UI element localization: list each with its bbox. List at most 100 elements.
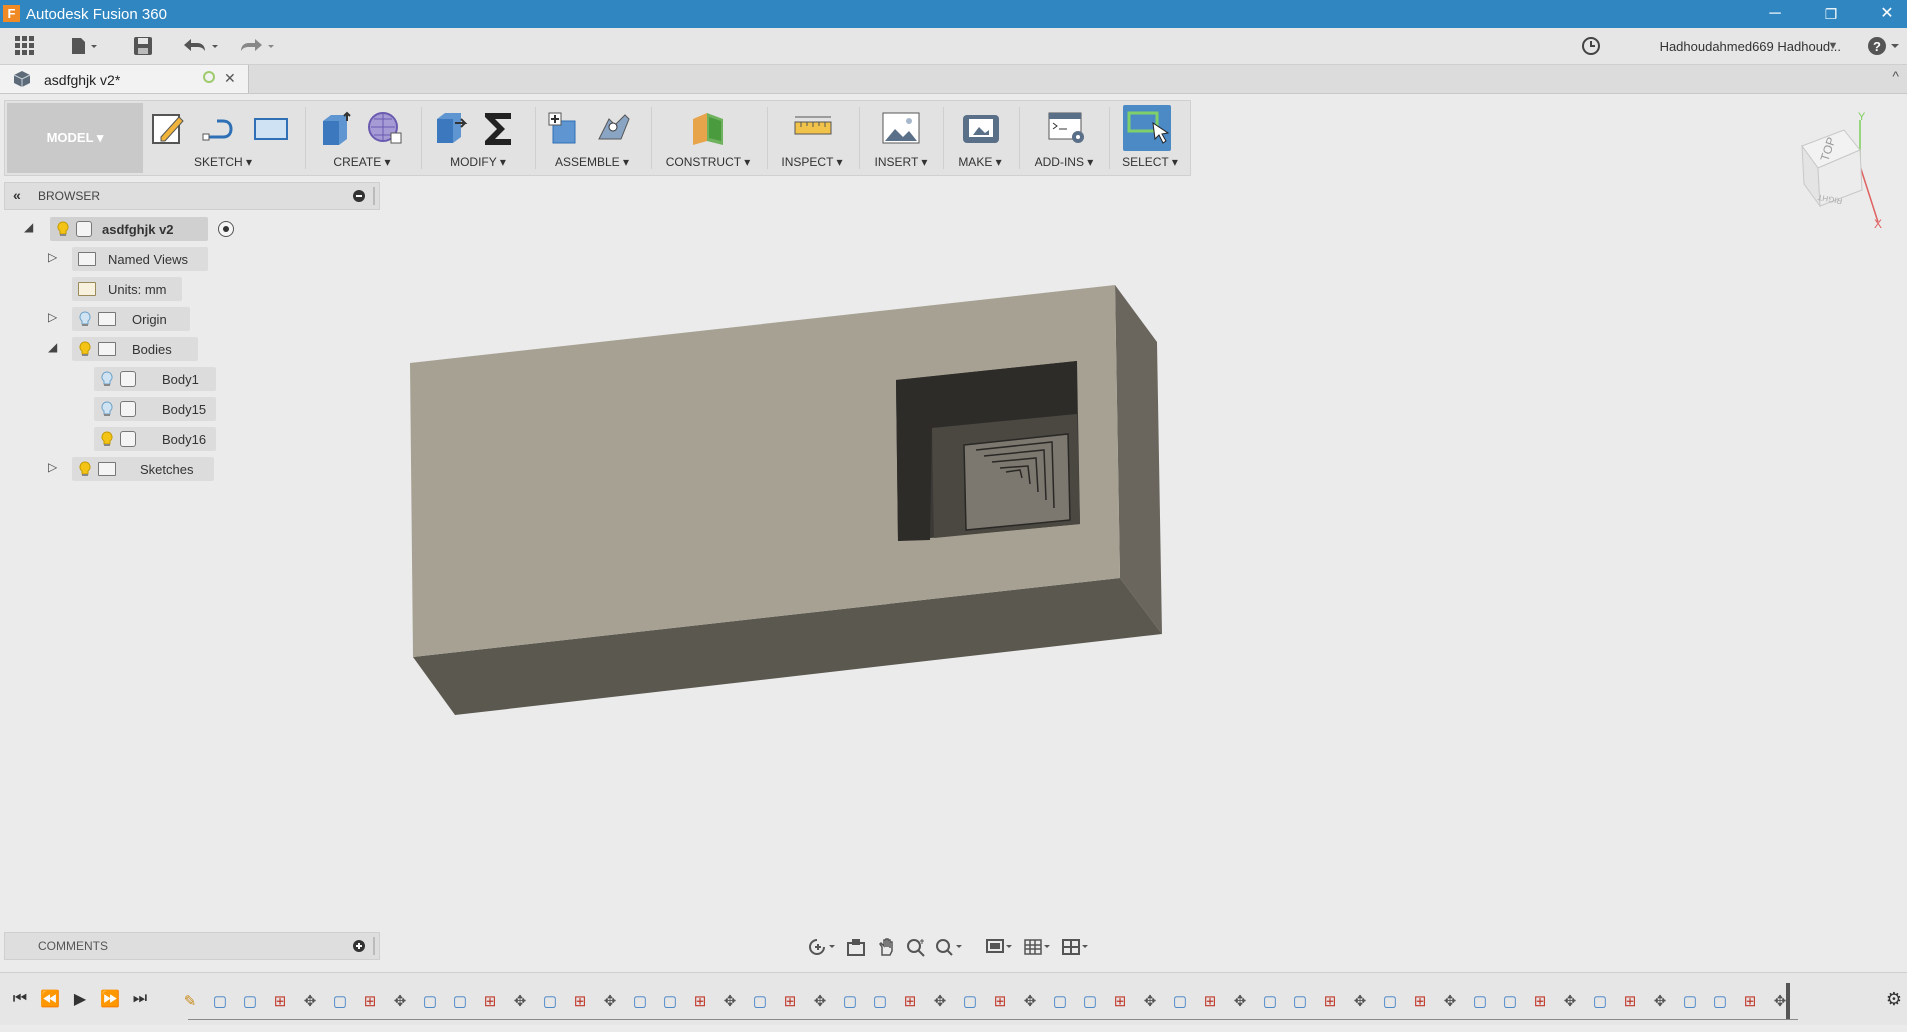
extrude-feature-icon[interactable]: ▢ [1260,991,1280,1011]
extrude-feature-icon[interactable]: ▢ [1590,991,1610,1011]
extrude-feature-icon[interactable]: ▢ [1710,991,1730,1011]
body16-node[interactable]: Body16 [94,427,216,451]
move-feature-icon[interactable]: ✥ [1020,991,1040,1011]
viewports-icon[interactable] [1059,935,1093,959]
play-icon[interactable]: ▶ [68,987,92,1011]
visibility-bulb-off-icon[interactable] [78,311,92,327]
pattern-feature-icon[interactable]: ⊞ [990,991,1010,1011]
last-icon[interactable]: ⏭ [128,987,152,1011]
browser-pin-icon[interactable] [353,190,365,202]
pattern-feature-icon[interactable]: ⊞ [1410,991,1430,1011]
named-views-folder[interactable]: Named Views [72,247,208,271]
extrude-feature-icon[interactable]: ▢ [330,991,350,1011]
timeline-marker[interactable] [1786,983,1790,1019]
visibility-bulb-icon[interactable] [78,461,92,477]
move-feature-icon[interactable]: ✥ [1140,991,1160,1011]
redo-icon[interactable] [234,32,278,60]
select-icon[interactable] [1123,105,1171,151]
units-node[interactable]: Units: mm [72,277,182,301]
root-component[interactable]: asdfghjk v2 [50,217,208,241]
close-tab-button[interactable]: ✕ [224,70,236,87]
grid-settings-icon[interactable] [1021,935,1055,959]
pan-icon[interactable] [873,935,899,959]
extrude-feature-icon[interactable]: ▢ [1500,991,1520,1011]
extrude-feature-icon[interactable]: ▢ [1170,991,1190,1011]
extrude-feature-icon[interactable]: ▢ [1290,991,1310,1011]
offset-plane-icon[interactable] [689,109,727,147]
pattern-feature-icon[interactable]: ⊞ [1110,991,1130,1011]
body15-node[interactable]: Body15 [94,397,216,421]
extrude-feature-icon[interactable]: ▢ [630,991,650,1011]
expand-origin-triangle-icon[interactable]: ▷ [48,310,57,324]
minimize-button[interactable]: ─ [1752,0,1798,28]
display-settings-icon[interactable] [983,935,1017,959]
visibility-bulb-icon[interactable] [56,221,70,237]
help-icon[interactable]: ? [1866,32,1902,60]
collapse-ribbon-button[interactable]: ^ [1892,68,1899,84]
pattern-feature-icon[interactable]: ⊞ [360,991,380,1011]
joint-icon[interactable] [595,109,633,147]
move-feature-icon[interactable]: ✥ [510,991,530,1011]
file-icon[interactable] [64,32,104,60]
add-comment-icon[interactable] [353,940,365,952]
extrude-feature-icon[interactable]: ▢ [210,991,230,1011]
visibility-bulb-off-icon[interactable] [100,371,114,387]
construct-group[interactable]: CONSTRUCT ▾ [653,101,763,175]
scripts-icon[interactable] [1047,109,1085,147]
extrude-feature-icon[interactable]: ▢ [870,991,890,1011]
bodies-folder[interactable]: Bodies [72,337,198,361]
viewport-model[interactable] [380,240,1200,740]
pattern-feature-icon[interactable]: ⊞ [1740,991,1760,1011]
insert-image-icon[interactable] [881,109,920,147]
visibility-bulb-off-icon[interactable] [100,401,114,417]
move-feature-icon[interactable]: ✥ [300,991,320,1011]
assemble-group[interactable]: ASSEMBLE ▾ [537,101,647,175]
pattern-feature-icon[interactable]: ⊞ [480,991,500,1011]
create-sketch-icon[interactable] [149,109,187,147]
next-icon[interactable]: ⏩ [98,987,122,1011]
collapse-root-triangle-icon[interactable]: ◢ [24,220,33,234]
line-icon[interactable] [201,109,239,147]
extrude-feature-icon[interactable]: ▢ [1380,991,1400,1011]
zoom-icon[interactable] [903,935,929,959]
pattern-feature-icon[interactable]: ⊞ [690,991,710,1011]
visibility-bulb-icon[interactable] [78,341,92,357]
browser-resize-handle[interactable] [373,187,375,205]
create-group[interactable]: CREATE ▾ [307,101,417,175]
save-icon[interactable] [128,32,158,60]
pattern-feature-icon[interactable]: ⊞ [780,991,800,1011]
user-account-menu[interactable]: Hadhoudahmed669 Hadhoud... [1660,39,1841,54]
extrude-feature-icon[interactable]: ▢ [1050,991,1070,1011]
press-pull-icon[interactable] [431,109,469,147]
extrude-feature-icon[interactable]: ▢ [1470,991,1490,1011]
move-feature-icon[interactable]: ✥ [600,991,620,1011]
prev-icon[interactable]: ⏪ [38,987,62,1011]
clock-icon[interactable] [1578,32,1604,60]
body1-node[interactable]: Body1 [94,367,216,391]
move-feature-icon[interactable]: ✥ [810,991,830,1011]
pattern-feature-icon[interactable]: ⊞ [1320,991,1340,1011]
extrude-feature-icon[interactable]: ▢ [750,991,770,1011]
orbit-icon[interactable] [805,935,839,959]
parameters-icon[interactable] [479,109,517,147]
make-group[interactable]: MAKE ▾ [945,101,1015,175]
move-feature-icon[interactable]: ✥ [720,991,740,1011]
pattern-feature-icon[interactable]: ⊞ [1530,991,1550,1011]
activate-component-radio[interactable] [218,221,234,237]
extrude-feature-icon[interactable]: ▢ [420,991,440,1011]
new-component-icon[interactable] [545,109,583,147]
extrude-feature-icon[interactable]: ▢ [960,991,980,1011]
expand-sketches-triangle-icon[interactable]: ▷ [48,460,57,474]
undo-icon[interactable] [178,32,222,60]
move-feature-icon[interactable]: ✥ [1560,991,1580,1011]
extrude-feature-icon[interactable]: ▢ [540,991,560,1011]
pattern-feature-icon[interactable]: ⊞ [270,991,290,1011]
measure-icon[interactable] [793,109,832,147]
workspace-switcher[interactable]: MODEL ▾ [7,103,143,173]
pattern-feature-icon[interactable]: ⊞ [900,991,920,1011]
extrude-icon[interactable] [317,109,355,147]
sketch-feature-icon[interactable]: ✎ [180,991,200,1011]
fit-zoom-icon[interactable] [933,935,967,959]
sketch-group[interactable]: SKETCH ▾ [143,101,303,175]
browser-panel-header[interactable]: « BROWSER [4,182,380,210]
